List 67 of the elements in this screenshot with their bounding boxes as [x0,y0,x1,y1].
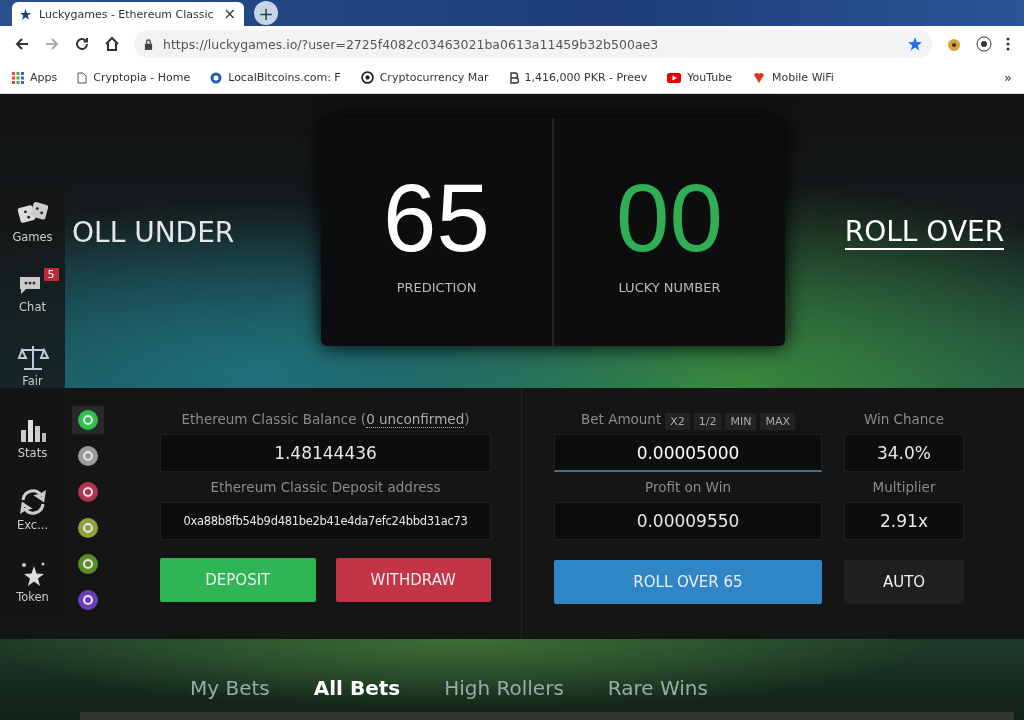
win-chance-label: Win Chance [862,410,946,429]
sidebar-item[interactable]: 5 Chat [0,262,65,326]
bookmark-item[interactable]: Apps [12,71,58,84]
new-tab-button[interactable]: + [254,1,278,25]
close-tab-button[interactable]: × [223,5,236,23]
sidebar-item[interactable]: Exc... [0,478,65,542]
star-icon [20,8,31,20]
quick-bet-button[interactable]: 1/2 [693,412,722,430]
tab-title: Luckygames - Ethereum Classic [39,7,215,21]
bets-tab[interactable]: Rare Wins [607,676,708,700]
withdraw-button[interactable]: WITHDRAW [335,558,491,602]
prediction-label: PREDICTION [396,279,477,295]
sidebar-item[interactable]: Stats [0,406,65,470]
bets-tab[interactable]: High Rollers [444,676,564,700]
roll-over-link[interactable]: ROLL OVER [844,214,1005,250]
coin-icon [210,71,223,84]
sidebar-item[interactable]: Fair [0,334,65,398]
quick-bet-button[interactable]: X2 [665,412,690,430]
address-bar[interactable]: https://luckygames.io/?user=2725f4082c03463021ba0613a11459b32b500ae3 [134,30,932,58]
roll-under-link[interactable]: OLL UNDER [72,215,235,249]
bookmark-item[interactable]: Cryptopia - Home [77,71,191,84]
currency-button[interactable] [72,406,104,434]
unconfirmed-link[interactable]: 0 unconfirmed [366,411,465,428]
prediction-value: 65 [383,169,490,266]
bookmark-item[interactable]: 1,416,000 PKR - Preev [508,71,648,84]
bookmark-item[interactable]: Mobile WiFi [752,71,834,84]
extension-icon[interactable] [946,36,962,52]
bets-tab[interactable]: My Bets [190,676,270,700]
lock-icon [144,38,153,50]
balance-label: Ethereum Classic Balance (0 unconfirmed) [180,410,471,430]
unread-badge: 5 [43,268,59,281]
sidebar-item[interactable]: Games [0,190,65,254]
bitcoin-icon [508,71,519,84]
auto-button[interactable]: AUTO [844,560,964,604]
bet-amount-field[interactable]: 0.00005000 [554,434,822,472]
back-icon[interactable] [14,36,30,52]
apps-grid-icon [12,71,24,84]
bookmarks-overflow-button[interactable]: » [1004,70,1012,85]
menu-icon[interactable] [1006,36,1010,52]
quick-bet-button[interactable]: MIN [725,412,757,430]
ball-icon[interactable] [976,36,992,52]
lucky-number-value: 00 [616,169,723,266]
ring-icon [360,71,374,84]
win-chance-field[interactable]: 34.0% [844,434,964,472]
bookmark-item[interactable]: Cryptocurrency Mar [360,71,489,84]
scale-icon [16,344,49,372]
reload-icon[interactable] [74,36,90,52]
deposit-address-label: Ethereum Classic Deposit address [209,478,442,497]
sidebar-item[interactable]: Token [0,550,65,614]
bookmark-star-icon[interactable] [908,37,922,51]
lucky-number-label: LUCKY NUMBER [618,279,721,295]
profit-label: Profit on Win [644,478,732,497]
exchange-icon [17,488,48,516]
play-icon [667,72,682,83]
balance-field: 1.48144436 [160,434,491,472]
browser-tab[interactable]: Luckygames - Ethereum Classic × [12,2,244,26]
profit-field[interactable]: 0.00009550 [554,502,822,540]
page-icon [77,71,88,84]
bet-amount-label: Bet Amount [581,410,662,429]
quick-bet-button[interactable]: MAX [760,412,795,430]
bets-tab[interactable]: All Bets [313,676,401,700]
bookmark-item[interactable]: LocalBitcoins.com: F [210,71,341,84]
multiplier-field[interactable]: 2.91x [844,502,964,540]
deposit-address-field[interactable]: 0xa88b8fb54b9d481be2b41e4da7efc24bbd31ac73 [160,502,491,540]
home-icon[interactable] [104,36,120,52]
multiplier-label: Multiplier [871,478,937,497]
bookmark-item[interactable]: YouTube [667,71,733,84]
